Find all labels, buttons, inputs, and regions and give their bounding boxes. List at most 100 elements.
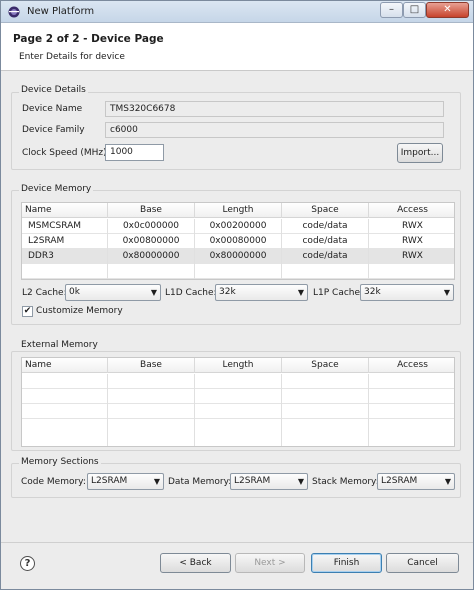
device-memory-table[interactable]: Name Base Length Space Access MSMCSRAM 0…: [21, 202, 455, 280]
window-title: New Platform: [27, 6, 95, 17]
table-row-empty: [22, 389, 454, 404]
table-row[interactable]: L2SRAM 0x00800000 0x00080000 code/data R…: [22, 234, 454, 249]
cell-access: RWX: [402, 236, 423, 246]
empty-cell: [195, 389, 282, 404]
empty-cell: [108, 389, 195, 404]
empty-cell: [108, 419, 195, 446]
table-row-empty: [22, 374, 454, 389]
customize-memory-label[interactable]: Customize Memory: [36, 306, 123, 316]
empty-cell: [282, 389, 369, 404]
code-memory-label: Code Memory:: [21, 477, 86, 487]
empty-cell: [195, 419, 282, 446]
empty-cell: [195, 264, 282, 279]
cell-space: code/data: [282, 249, 369, 264]
cell-base: 0x80000000: [108, 249, 195, 264]
stack-memory-select[interactable]: L2SRAM ▼: [377, 473, 455, 490]
minimize-button[interactable]: –: [380, 2, 403, 18]
code-memory-value: L2SRAM: [91, 476, 128, 486]
external-memory-header: Name Base Length Space Access: [22, 358, 454, 373]
cell-access: RWX: [402, 221, 423, 231]
device-details-title: Device Details: [19, 85, 88, 95]
data-memory-label: Data Memory:: [168, 477, 232, 487]
help-icon[interactable]: ?: [20, 556, 35, 571]
device-name-field: TMS320C6678: [105, 101, 444, 117]
empty-cell: [282, 404, 369, 419]
column-space[interactable]: Space: [282, 203, 369, 218]
empty-cell: [22, 374, 108, 389]
empty-cell: [22, 264, 108, 279]
device-family-field: c6000: [105, 122, 444, 138]
chevron-down-icon: ▼: [150, 288, 157, 297]
l2-cache-label: L2 Cache:: [22, 288, 67, 298]
column-length[interactable]: Length: [195, 203, 282, 218]
next-button[interactable]: Next >: [235, 553, 305, 573]
column-access[interactable]: Access: [369, 358, 454, 373]
column-space[interactable]: Space: [282, 358, 369, 373]
cell-access: RWX: [402, 251, 423, 261]
device-name-label: Device Name: [22, 104, 83, 114]
title-bar[interactable]: New Platform – □ ✕: [1, 1, 473, 23]
chevron-down-icon: ▼: [153, 477, 160, 486]
chevron-down-icon: ▼: [443, 288, 450, 297]
chevron-down-icon: ▼: [297, 477, 304, 486]
cell-base: 0x00800000: [108, 234, 195, 249]
device-memory-title: Device Memory: [19, 184, 94, 194]
maximize-button[interactable]: □: [403, 2, 426, 18]
column-name[interactable]: Name: [22, 203, 108, 218]
empty-cell: [108, 404, 195, 419]
column-base[interactable]: Base: [108, 358, 195, 373]
back-button[interactable]: < Back: [160, 553, 231, 573]
l1p-cache-select[interactable]: 32k ▼: [360, 284, 454, 301]
empty-cell: [282, 264, 369, 279]
customize-memory-checkbox[interactable]: ✔: [22, 306, 33, 317]
clock-speed-input[interactable]: 1000: [105, 144, 164, 161]
empty-cell: [195, 374, 282, 389]
l1p-cache-label: L1P Cache:: [313, 288, 364, 298]
table-row[interactable]: MSMCSRAM 0x0c000000 0x00200000 code/data…: [22, 219, 454, 234]
device-memory-header: Name Base Length Space Access: [22, 203, 454, 218]
cell-length: 0x80000000: [195, 249, 282, 264]
empty-cell: [22, 419, 108, 446]
empty-cell: [22, 404, 108, 419]
l1p-cache-value: 32k: [364, 287, 381, 297]
cell-name: MSMCSRAM: [22, 219, 108, 234]
wizard-content: Device Details Device Name TMS320C6678 D…: [1, 72, 473, 540]
memory-sections-title: Memory Sections: [19, 457, 101, 467]
external-memory-title: External Memory: [19, 340, 100, 350]
column-base[interactable]: Base: [108, 203, 195, 218]
cell-base: 0x0c000000: [108, 219, 195, 234]
wizard-header: Page 2 of 2 - Device Page Enter Details …: [1, 23, 473, 71]
code-memory-select[interactable]: L2SRAM ▼: [87, 473, 164, 490]
table-row-selected[interactable]: DDR3 0x80000000 0x80000000 code/data RWX: [22, 249, 454, 264]
finish-button[interactable]: Finish: [311, 553, 382, 573]
external-memory-table[interactable]: Name Base Length Space Access: [21, 357, 455, 447]
cancel-button[interactable]: Cancel: [386, 553, 459, 573]
l2-cache-select[interactable]: 0k ▼: [65, 284, 161, 301]
empty-cell: [195, 404, 282, 419]
empty-cell: [22, 389, 108, 404]
chevron-down-icon: ▼: [297, 288, 304, 297]
page-title: Page 2 of 2 - Device Page: [13, 33, 164, 45]
data-memory-value: L2SRAM: [234, 476, 271, 486]
column-length[interactable]: Length: [195, 358, 282, 373]
column-access[interactable]: Access: [369, 203, 454, 218]
chevron-down-icon: ▼: [444, 477, 451, 486]
empty-cell: [282, 374, 369, 389]
cell-name: L2SRAM: [22, 234, 108, 249]
clock-speed-label: Clock Speed (MHz): [22, 148, 107, 158]
app-icon: [8, 6, 20, 18]
empty-cell: [282, 419, 369, 446]
close-button[interactable]: ✕: [426, 2, 469, 18]
new-platform-dialog: New Platform – □ ✕ Page 2 of 2 - Device …: [0, 0, 474, 590]
column-name[interactable]: Name: [22, 358, 108, 373]
table-row-empty: [22, 264, 454, 279]
data-memory-select[interactable]: L2SRAM ▼: [230, 473, 308, 490]
table-row-empty: [22, 404, 454, 419]
cell-length: 0x00080000: [195, 234, 282, 249]
l1d-cache-label: L1D Cache:: [165, 288, 217, 298]
footer-separator: [1, 542, 473, 543]
empty-cell: [108, 374, 195, 389]
empty-cell: [108, 264, 195, 279]
l1d-cache-select[interactable]: 32k ▼: [215, 284, 308, 301]
import-button[interactable]: Import...: [397, 143, 443, 163]
